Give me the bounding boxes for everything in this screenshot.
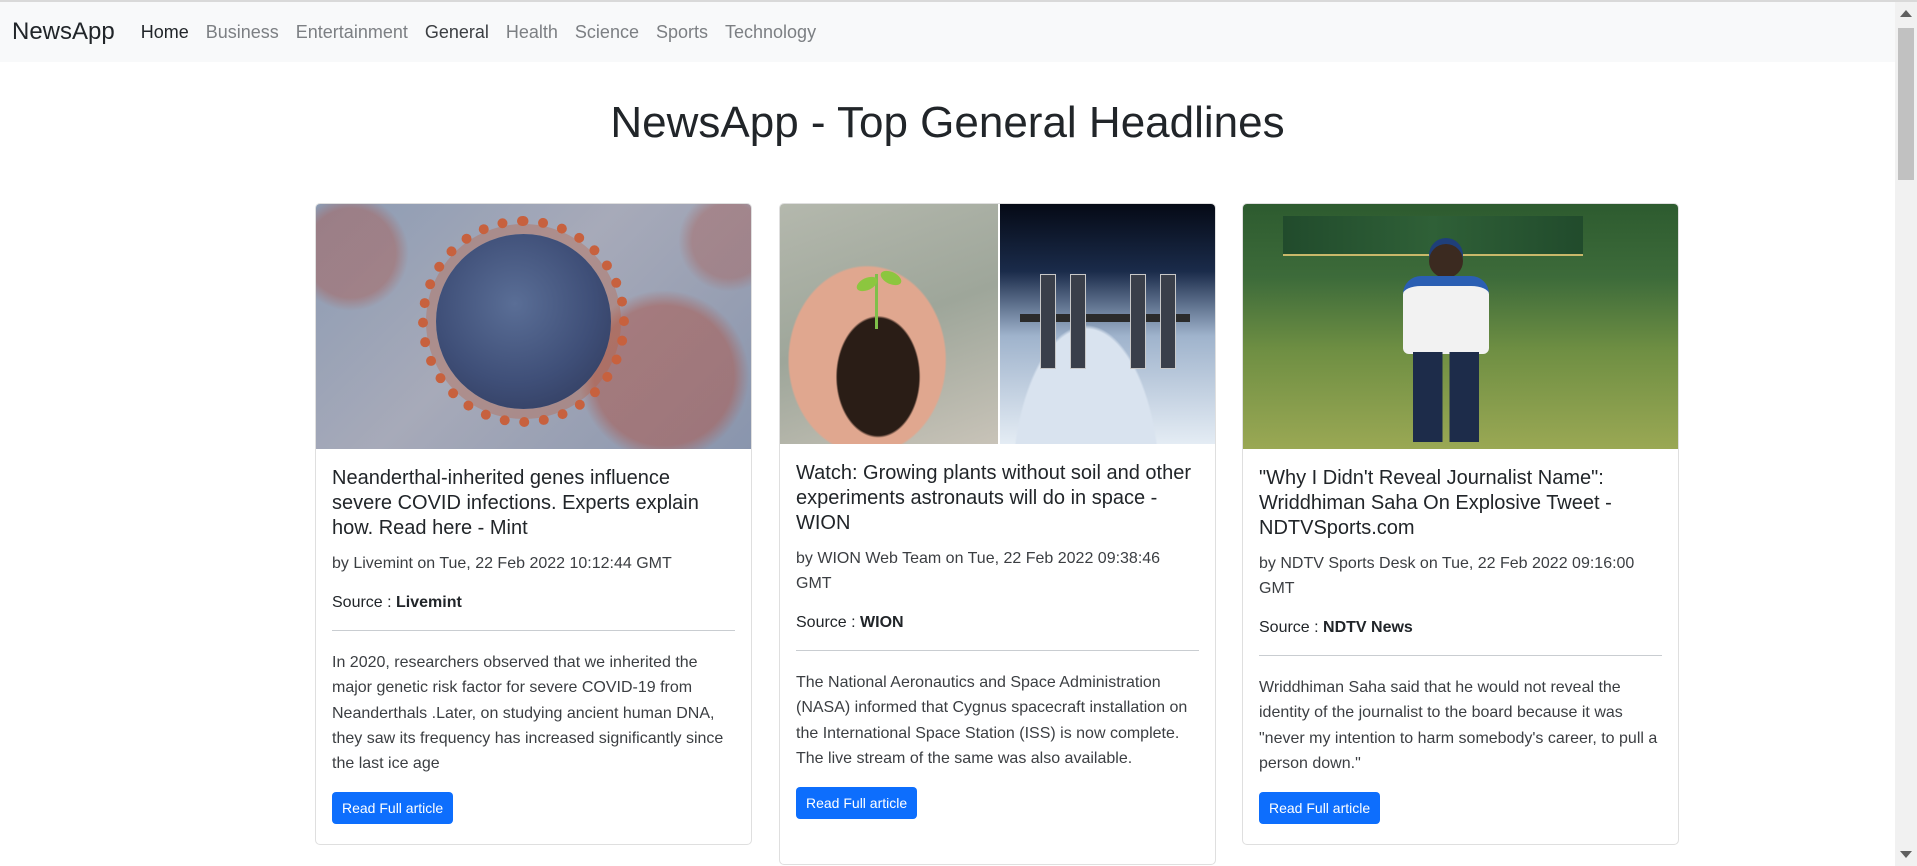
page-title: NewsApp - Top General Headlines	[610, 98, 1285, 147]
article-title: Neanderthal-inherited genes influence se…	[332, 467, 699, 539]
card-body: Watch: Growing plants without soil and o…	[780, 444, 1215, 820]
iss-solar-panel	[1159, 274, 1176, 369]
source-label: Source :	[332, 594, 397, 611]
nav-science[interactable]: Science	[575, 22, 639, 43]
page: NewsApp Home Business Entertainment Gene…	[0, 0, 1917, 866]
nav-general[interactable]: General	[425, 22, 489, 43]
read-full-article-button[interactable]: Read Full article	[332, 792, 454, 825]
article-meta: by NDTV Sports Desk on Tue, 22 Feb 2022 …	[1259, 555, 1635, 597]
source-name: Livemint	[396, 594, 462, 611]
space-station-photo	[997, 204, 1215, 444]
brand-link[interactable]: NewsApp	[12, 18, 115, 46]
article-source: Source : Livemint	[332, 592, 735, 614]
sprout-illustration	[875, 274, 903, 329]
nav-home[interactable]: Home	[141, 22, 189, 43]
article-title: Watch: Growing plants without soil and o…	[796, 462, 1192, 534]
card-body: "Why I Didn't Reveal Journalist Name": W…	[1243, 449, 1678, 825]
news-card: "Why I Didn't Reveal Journalist Name": W…	[1242, 203, 1679, 845]
article-meta: by WION Web Team on Tue, 22 Feb 2022 09:…	[796, 550, 1161, 592]
card-divider	[796, 650, 1199, 651]
article-image	[780, 204, 1215, 444]
scroll-down-arrow-icon[interactable]	[1900, 851, 1912, 858]
article-source: Source : NDTV News	[1259, 617, 1662, 639]
iss-solar-panel	[1039, 274, 1056, 369]
article-description: The National Aeronautics and Space Admin…	[796, 674, 1188, 767]
article-description: In 2020, researchers observed that we in…	[332, 654, 724, 773]
card-body: Neanderthal-inherited genes influence se…	[316, 449, 751, 825]
vertical-scrollbar[interactable]	[1895, 2, 1917, 866]
card-divider	[332, 630, 735, 631]
player-jersey	[1403, 276, 1489, 354]
nav-business[interactable]: Business	[206, 22, 279, 43]
source-name: NDTV News	[1323, 619, 1413, 636]
article-image	[1243, 204, 1678, 449]
nav-health[interactable]: Health	[506, 22, 558, 43]
player-head	[1429, 244, 1463, 278]
nav-technology[interactable]: Technology	[725, 22, 816, 43]
source-label: Source :	[796, 614, 861, 631]
nav-sports[interactable]: Sports	[656, 22, 708, 43]
iss-solar-panel	[1129, 274, 1146, 369]
read-full-article-button[interactable]: Read Full article	[796, 787, 918, 820]
plant-in-hand-photo	[780, 204, 998, 444]
article-meta: by Livemint on Tue, 22 Feb 2022 10:12:44…	[332, 555, 672, 572]
iss-solar-panel	[1069, 274, 1086, 369]
read-full-article-button[interactable]: Read Full article	[1259, 792, 1381, 825]
scrollbar-thumb[interactable]	[1898, 28, 1914, 180]
nav-links: Home Business Entertainment General Heal…	[141, 22, 833, 43]
source-label: Source :	[1259, 619, 1324, 636]
card-divider	[1259, 655, 1662, 656]
article-source: Source : WION	[796, 612, 1199, 634]
article-title: "Why I Didn't Reveal Journalist Name": W…	[1259, 467, 1612, 539]
nav-entertainment[interactable]: Entertainment	[296, 22, 408, 43]
virus-illustration	[418, 216, 629, 427]
article-image	[316, 204, 751, 449]
scroll-up-arrow-icon[interactable]	[1900, 10, 1912, 17]
article-description: Wriddhiman Saha said that he would not r…	[1259, 679, 1658, 772]
cricketer-figure	[1391, 244, 1501, 444]
news-card: Watch: Growing plants without soil and o…	[779, 203, 1216, 865]
player-legs	[1413, 352, 1479, 442]
navbar: NewsApp Home Business Entertainment Gene…	[0, 2, 1895, 62]
source-name: WION	[860, 614, 904, 631]
news-card: Neanderthal-inherited genes influence se…	[315, 203, 752, 845]
